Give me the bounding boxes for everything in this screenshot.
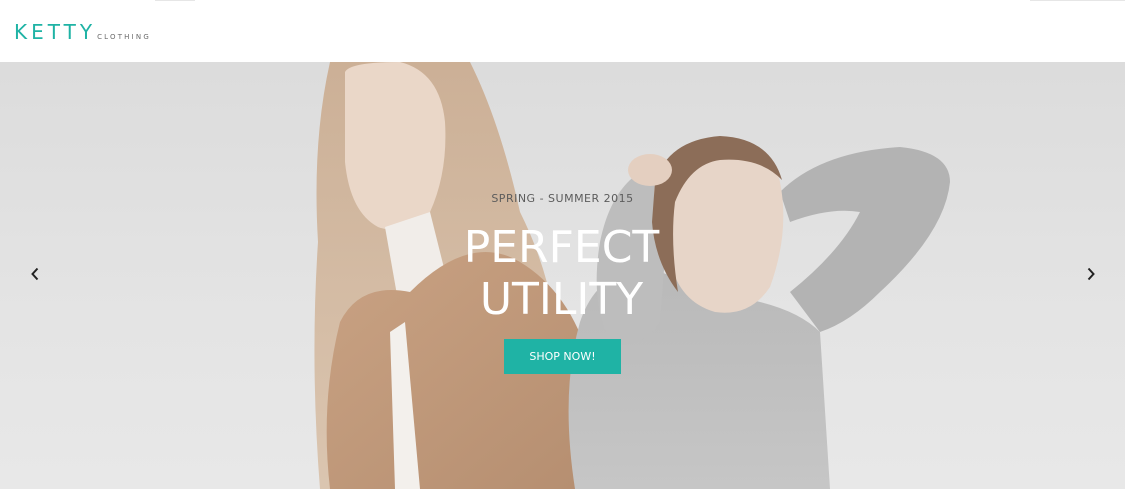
- chevron-left-icon: [31, 267, 39, 281]
- hero-headline: PERFECT UTILITY: [0, 222, 1124, 326]
- site-header: KETTYCLOTHING: [0, 0, 1125, 62]
- shop-now-button[interactable]: SHOP NOW!: [504, 339, 621, 374]
- logo-name: KETTY: [14, 20, 97, 44]
- logo-subtitle: CLOTHING: [97, 33, 151, 41]
- top-divider: [155, 0, 195, 1]
- hero-season-label: SPRING - SUMMER 2015: [491, 192, 634, 205]
- site-logo[interactable]: KETTYCLOTHING: [14, 20, 151, 44]
- chevron-right-icon: [1087, 267, 1095, 281]
- hero-slider: SPRING - SUMMER 2015 PERFECT UTILITY SHO…: [0, 62, 1125, 489]
- hero-headline-line1: PERFECT: [463, 222, 660, 273]
- hero-headline-line2: UTILITY: [479, 274, 644, 325]
- top-divider: [1030, 0, 1125, 1]
- slider-next-button[interactable]: [1083, 262, 1099, 286]
- slider-prev-button[interactable]: [27, 262, 43, 286]
